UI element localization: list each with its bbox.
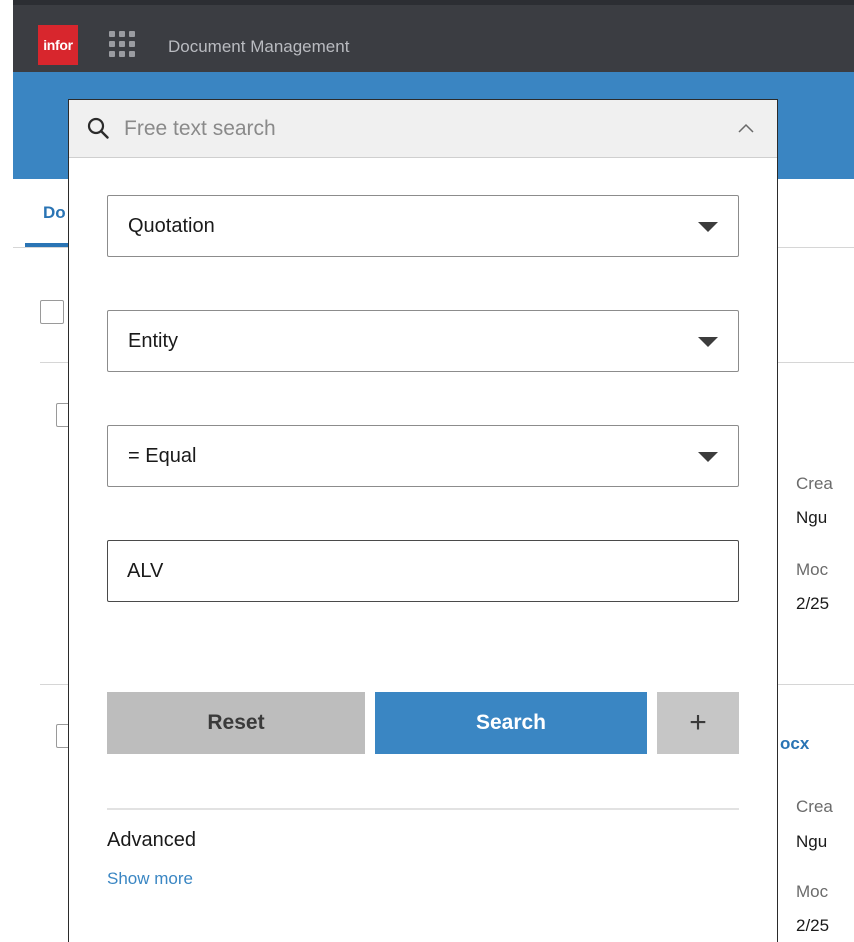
app-title: Document Management [168,37,350,56]
search-icon [87,117,109,139]
modified-value: 2/25 [796,916,830,935]
created-value: Ngu [796,508,828,527]
app-launcher-grid-icon[interactable] [109,31,135,57]
modified-value: 2/25 [796,594,830,613]
advanced-divider [107,808,739,810]
free-text-search-input[interactable] [124,114,704,144]
attribute-value: Entity [128,330,179,352]
caret-down-icon [698,452,718,462]
search-bar [69,100,777,158]
select-all-checkbox[interactable] [40,300,64,324]
attribute-value-input[interactable] [107,540,739,602]
modified-label: Moc [796,560,829,579]
document-file-link[interactable]: ocx [780,734,809,754]
document-type-value: Quotation [128,215,215,237]
show-more-link[interactable]: Show more [107,869,193,889]
chevron-up-icon[interactable] [737,120,755,138]
document-type-select[interactable]: Quotation [107,195,739,257]
modified-label: Moc [796,882,829,901]
attribute-select[interactable]: Entity [107,310,739,372]
created-label: Crea [796,797,833,816]
search-button[interactable]: Search [375,692,647,754]
add-criteria-button[interactable]: + [657,692,739,754]
search-panel: Quotation Entity = Equal Reset Search + … [68,99,778,942]
created-label: Crea [796,474,833,493]
infor-logo[interactable]: infor [38,25,78,65]
created-value: Ngu [796,832,828,851]
caret-down-icon [698,222,718,232]
tab-documents[interactable]: Do [43,203,66,223]
reset-button[interactable]: Reset [107,692,365,754]
caret-down-icon [698,337,718,347]
operator-value: = Equal [128,445,197,467]
top-header: infor Document Management [13,0,854,72]
operator-select[interactable]: = Equal [107,425,739,487]
advanced-title: Advanced [107,829,196,851]
